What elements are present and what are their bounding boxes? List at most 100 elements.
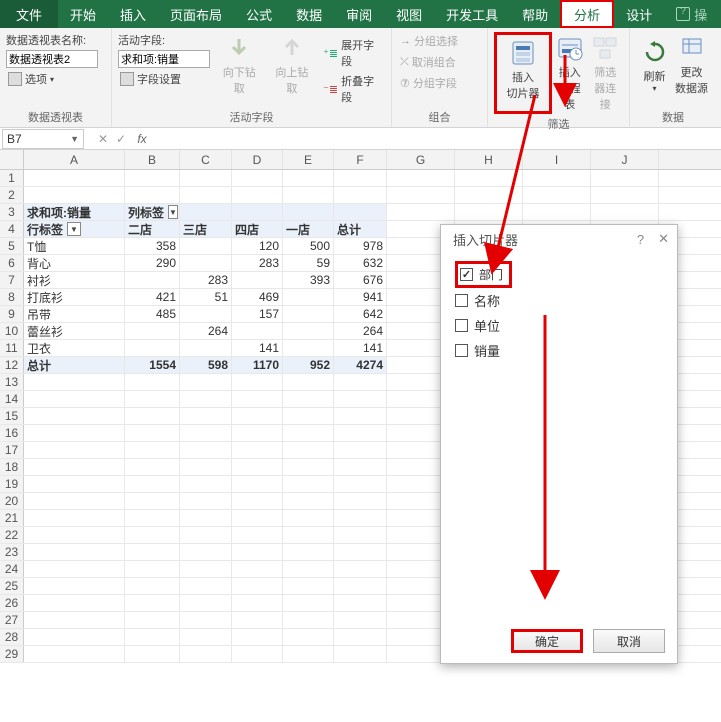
cell[interactable]: 283	[232, 255, 283, 271]
cell[interactable]	[334, 374, 387, 390]
tab-formula[interactable]: 公式	[234, 0, 284, 28]
cell[interactable]	[387, 187, 455, 203]
row-header[interactable]: 18	[0, 459, 24, 475]
cell[interactable]	[125, 646, 180, 662]
cell[interactable]	[180, 408, 232, 424]
cell[interactable]	[232, 204, 283, 220]
row-header[interactable]: 20	[0, 493, 24, 509]
cell[interactable]: 打底衫	[24, 289, 125, 305]
cell[interactable]	[125, 170, 180, 186]
cell[interactable]	[283, 646, 334, 662]
row-header[interactable]: 6	[0, 255, 24, 271]
row-header[interactable]: 10	[0, 323, 24, 339]
cell[interactable]	[232, 612, 283, 628]
cell[interactable]	[591, 170, 659, 186]
formula-input[interactable]	[154, 129, 721, 149]
cell[interactable]	[283, 459, 334, 475]
cell[interactable]: 卫衣	[24, 340, 125, 356]
cell[interactable]: 157	[232, 306, 283, 322]
cell[interactable]	[283, 204, 334, 220]
cell[interactable]: 衬衫	[24, 272, 125, 288]
cell[interactable]	[334, 510, 387, 526]
cell[interactable]: 676	[334, 272, 387, 288]
cell[interactable]: 59	[283, 255, 334, 271]
tab-help[interactable]: 帮助	[510, 0, 560, 28]
cell[interactable]: 941	[334, 289, 387, 305]
cell[interactable]: 978	[334, 238, 387, 254]
cell[interactable]	[125, 425, 180, 441]
row-header[interactable]: 17	[0, 442, 24, 458]
cell[interactable]: 283	[180, 272, 232, 288]
cancel-formula-icon[interactable]: ✕	[94, 132, 112, 146]
cell[interactable]	[232, 646, 283, 662]
cell[interactable]	[334, 425, 387, 441]
cell[interactable]	[180, 646, 232, 662]
cell[interactable]	[283, 289, 334, 305]
cell[interactable]	[24, 374, 125, 390]
dialog-help-icon[interactable]: ?	[637, 232, 644, 247]
cell[interactable]	[232, 527, 283, 543]
row-header[interactable]: 23	[0, 544, 24, 560]
cell[interactable]	[232, 272, 283, 288]
row-header[interactable]: 25	[0, 578, 24, 594]
row-header[interactable]: 8	[0, 289, 24, 305]
cell[interactable]	[334, 459, 387, 475]
row-header[interactable]: 3	[0, 204, 24, 220]
cell[interactable]	[232, 561, 283, 577]
row-header[interactable]: 11	[0, 340, 24, 356]
checkbox-label-unit[interactable]: 单位	[474, 316, 500, 335]
cell[interactable]	[283, 340, 334, 356]
cell[interactable]	[180, 544, 232, 560]
cell[interactable]	[232, 578, 283, 594]
cell[interactable]	[24, 612, 125, 628]
ok-button[interactable]: 确定	[511, 629, 583, 653]
cell[interactable]	[180, 578, 232, 594]
cell[interactable]	[232, 442, 283, 458]
cell[interactable]	[232, 323, 283, 339]
row-header[interactable]: 7	[0, 272, 24, 288]
row-header[interactable]: 13	[0, 374, 24, 390]
field-settings-button[interactable]: 字段设置	[118, 70, 210, 88]
cell[interactable]	[180, 527, 232, 543]
pt-options-button[interactable]: 选项▾	[6, 70, 105, 88]
cell[interactable]	[387, 170, 455, 186]
select-all-corner[interactable]	[0, 150, 24, 169]
row-header[interactable]: 19	[0, 476, 24, 492]
cell[interactable]	[283, 510, 334, 526]
insert-timeline-button[interactable]: 插入 日程表	[552, 32, 588, 114]
cell[interactable]	[24, 170, 125, 186]
cell[interactable]	[125, 612, 180, 628]
cell[interactable]: 吊带	[24, 306, 125, 322]
cell[interactable]	[125, 340, 180, 356]
cancel-button[interactable]: 取消	[593, 629, 665, 653]
cell[interactable]	[283, 527, 334, 543]
cell[interactable]	[232, 493, 283, 509]
row-header[interactable]: 24	[0, 561, 24, 577]
cell[interactable]	[125, 323, 180, 339]
change-source-button[interactable]: 更改 数据源	[673, 32, 710, 98]
cell[interactable]	[125, 510, 180, 526]
row-header[interactable]: 9	[0, 306, 24, 322]
cell[interactable]	[232, 476, 283, 492]
cell[interactable]	[334, 391, 387, 407]
cell[interactable]	[24, 442, 125, 458]
cell[interactable]	[125, 187, 180, 203]
cell[interactable]	[24, 425, 125, 441]
cell[interactable]	[334, 408, 387, 424]
tab-layout[interactable]: 页面布局	[158, 0, 234, 28]
tab-view[interactable]: 视图	[384, 0, 434, 28]
cell[interactable]	[283, 595, 334, 611]
cell[interactable]	[283, 374, 334, 390]
col-header-F[interactable]: F	[334, 150, 387, 169]
refresh-button[interactable]: 刷新▾	[636, 32, 673, 98]
cell[interactable]: 一店	[283, 221, 334, 237]
cell[interactable]	[125, 374, 180, 390]
cell[interactable]: 背心	[24, 255, 125, 271]
cell[interactable]	[334, 204, 387, 220]
cell[interactable]	[283, 493, 334, 509]
col-header-G[interactable]: G	[387, 150, 455, 169]
cell[interactable]	[125, 408, 180, 424]
cell[interactable]	[24, 527, 125, 543]
cell[interactable]	[232, 629, 283, 645]
cell[interactable]: 500	[283, 238, 334, 254]
